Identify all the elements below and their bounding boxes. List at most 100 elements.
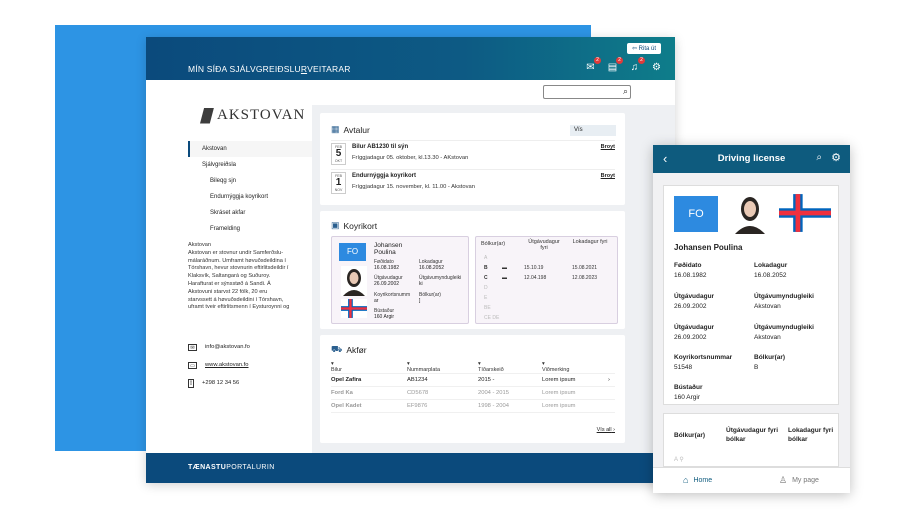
category-code: BE (484, 305, 491, 311)
appointment-item: FEB 1 NOV Endurnýggja koyrikort Fríggjadag… (331, 169, 615, 195)
site-title[interactable]: MÍN SÍÐA SJÁLVGREIÐSLURVEITARAR (188, 64, 351, 74)
column-header-label: Viðmerking (542, 367, 570, 373)
sidebar-item-framelding[interactable]: Framelding (188, 221, 312, 237)
logo-text: AKSTOVAN (217, 107, 306, 123)
web-link[interactable]: www.akstovan.fo (205, 362, 249, 368)
about-line: málaráðnum. Umframt høvuðsdeildina í (188, 257, 286, 264)
chevron-right-icon[interactable]: › (608, 377, 610, 383)
footer-title: TÆNASTUPORTALURIN (188, 464, 275, 471)
column-header-note[interactable]: ▾ Viðmerking (542, 361, 569, 373)
license-field: Bólkur(ar) B (754, 354, 834, 371)
nav-mypage[interactable]: ♙ My page (779, 475, 819, 486)
mobile-body: FO Johansen Poulina Føðidato 16.08.1982 L… (653, 173, 850, 467)
license-field-value: ki (419, 281, 423, 287)
gear-icon[interactable]: ⚙ (650, 61, 663, 74)
license-field-value: 26.09.2002 (674, 303, 707, 310)
broyt-link[interactable]: Broyt (601, 144, 615, 150)
sidebar-item-bileqg[interactable]: Bileqg sjn (188, 173, 312, 189)
see-all-link[interactable]: Vís all › (597, 427, 615, 433)
date-day: 5 (335, 148, 342, 159)
gear-icon[interactable]: ⚙ (831, 151, 841, 164)
license-field-key: Lokadagur (754, 262, 788, 269)
appointment-item: FEB 5 OKT Bilur AB1230 til sýn Fríggjadagu… (331, 140, 615, 166)
column-header-label: Bilur (331, 367, 343, 373)
table-row[interactable]: Opel Kadet EF9876 1998 - 2004 Lorem ipsum (331, 400, 615, 413)
mobile-category-table: Bólkur(ar) Útgávudagur fyri bólkar Lokad… (663, 413, 839, 467)
sidebar-item-sjalvgreidsla[interactable]: Sjálvgreiðsla (188, 157, 312, 173)
vehicle-plate: AB1234 (407, 377, 428, 383)
vehicle-period: 2004 - 2015 (478, 390, 509, 396)
site-title-suffix: VEITARAR (307, 64, 351, 74)
appointment-subtitle: Fríggjadagur 05. oktober, kl.13.30 - AKs… (352, 155, 469, 161)
sidebar-item-skraset[interactable]: Skráset akfar (188, 205, 312, 221)
license-front: FO Johansen Poulina Føðidato 16.08.1982 L… (331, 236, 469, 324)
date-month2: OKT (334, 159, 343, 163)
broyt-link[interactable]: Broyt (601, 173, 615, 179)
table-row: C ▬ 12.04.198 12.08.2023 (484, 273, 614, 283)
license-field-key: Útgávudagur (674, 293, 715, 300)
sidebar-item-endurnyggja[interactable]: Endurnýggja koyrikort (188, 189, 312, 205)
document-icon[interactable]: ▤ 2 (606, 57, 623, 74)
logo-mark-icon (200, 107, 214, 124)
logout-button[interactable]: ⇦ Rita út (626, 43, 661, 54)
akfor-card: ⛟ Akfør ▾ Bilur ▾ Nummarplata ▾ Tíðarskeið ▾ Við… (320, 335, 625, 443)
document-badge: 2 (616, 57, 623, 64)
bell-icon[interactable]: ♫ 2 (628, 57, 645, 74)
license-field: Bólkur(ar)] (419, 292, 469, 304)
license-field-value: 16.08.1982 (674, 272, 707, 279)
license-firstname: Poulina (374, 249, 396, 256)
sidebar-item-akstovan[interactable]: Akstovan (188, 141, 312, 157)
bottom-nav: ⌂ Home ♙ My page (653, 467, 850, 493)
vehicle-period: 1998 - 2004 (478, 403, 509, 409)
table-row[interactable]: Opel Zafira AB1234 2015 - Lorem ipsum › (331, 374, 615, 387)
license-field: Bústaður 160 Argir (374, 308, 434, 320)
vehicle-plate: CD5678 (407, 390, 429, 396)
license-field: Lokadagur 16.08.2052 (754, 262, 834, 279)
bell-badge: 2 (638, 57, 645, 64)
search-input[interactable]: ⌕ (543, 85, 631, 99)
search-icon[interactable]: ⌕ (816, 152, 822, 163)
search-icon[interactable]: ⌕ (623, 86, 628, 97)
table-row[interactable]: Ford Ka CD5678 2004 - 2015 Lorem ipsum (331, 387, 615, 400)
license-field-value: 160 Argir (674, 394, 701, 401)
column-header-bilur[interactable]: ▾ Bilur (331, 361, 407, 373)
avtalur-title: Avtalur (343, 124, 370, 135)
about-line: Harafturat er sýnsstøð á Sandi. Á (188, 280, 271, 287)
about-line: Akstovuni starvst 22 fólk, 20 eru (188, 288, 268, 295)
column-header-period[interactable]: ▾ Tíðarskeið (478, 361, 542, 373)
phone-number: +298 12 34 56 (202, 380, 240, 386)
license-field: Útgávumyndugleiki Akstovan (754, 293, 839, 310)
vehicle-note: Lorem ipsum (542, 390, 576, 396)
sidebar-nav: Akstovan Sjálvgreiðsla Bileqg sjn Endurn… (188, 141, 312, 237)
email-icon: ✉ (188, 343, 197, 351)
nav-mypage-label: My page (792, 477, 819, 484)
vis-dropdown[interactable]: Vís (570, 125, 616, 136)
category-expiry: 15.08.2021 (572, 265, 598, 271)
koyrikort-card: ▣ Koyrikort FO Johansen Poulina Føðidato 1… (320, 211, 625, 329)
license-back: Bólkur(ar) Útgávudagur fyri Lokadagur fy… (475, 236, 618, 324)
license-field-value: Akstovan (754, 303, 781, 310)
mobile-screen: ‹ Driving license ⌕ ⚙ FO Johansen Poulin… (653, 145, 850, 493)
nav-home[interactable]: ⌂ Home (683, 475, 712, 485)
akstovan-logo: AKSTOVAN (200, 107, 305, 124)
mail-icon[interactable]: ✉ 2 (584, 57, 601, 74)
vehicle-name: Ford Ka (331, 390, 353, 396)
license-field-value: 16.08.1982 (374, 265, 400, 271)
fo-badge: FO (339, 243, 366, 261)
license-field-value: ar (374, 298, 379, 304)
column-header-plate[interactable]: ▾ Nummarplata (407, 361, 478, 373)
license-field: Koyrikortsnumm ar (374, 292, 418, 304)
email-link[interactable]: info@akstovan.fo (205, 344, 250, 350)
about-text: Akstovan Akstovan er stovnur undir Samfe… (188, 242, 308, 312)
footer: TÆNASTUPORTALURIN (146, 453, 675, 483)
id-card-icon: ▣ (331, 220, 340, 230)
about-line: uframt tveir eftirlitsmenn í Eysturoynni… (188, 304, 290, 311)
nav-home-label: Home (693, 476, 713, 484)
license-field-key: Bólkur(ar) (754, 354, 786, 361)
category-issued: 15.10.19 (524, 265, 544, 271)
portrait-photo (729, 194, 771, 234)
about-line: starvssett á høvuðsdeildini í Tórshavn, (188, 296, 284, 303)
web-icon: ▭ (188, 361, 197, 369)
license-field: Føðidato 16.08.1982 (674, 262, 749, 279)
license-field-value: 26.09.2002 (674, 334, 707, 341)
